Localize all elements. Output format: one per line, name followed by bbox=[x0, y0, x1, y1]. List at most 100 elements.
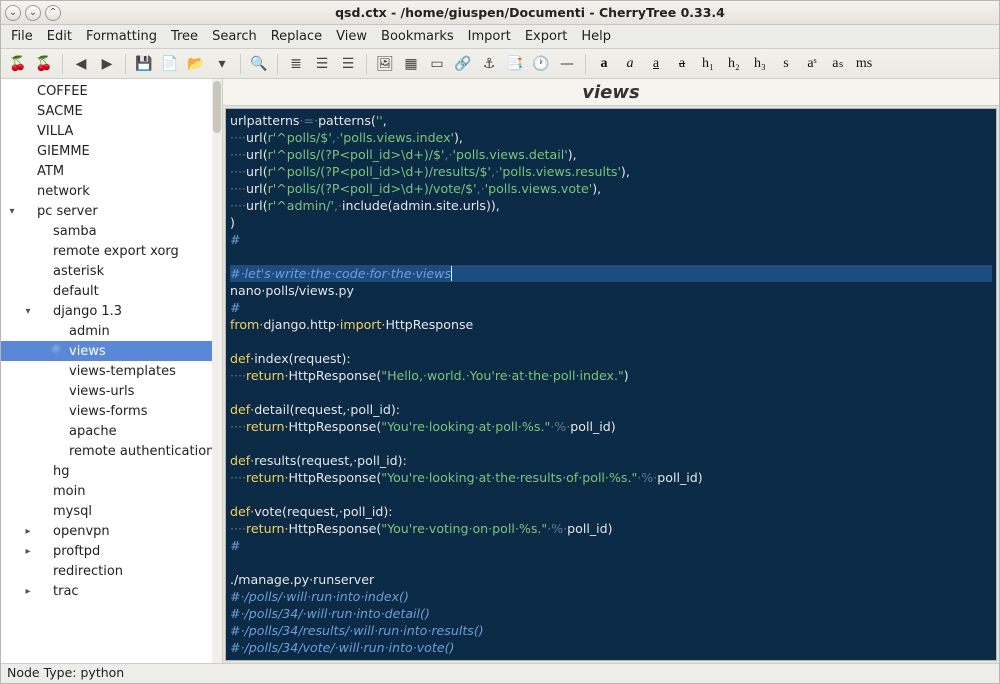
tree-node[interactable]: COFFEE bbox=[1, 81, 222, 101]
fmt-italic[interactable]: a bbox=[619, 53, 641, 75]
fmt-sub[interactable]: aₛ bbox=[827, 53, 849, 75]
toolbar-separator bbox=[125, 54, 126, 74]
tree-node[interactable]: ATM bbox=[1, 161, 222, 181]
code-line: #·let's·write·the·code·for·the·views bbox=[230, 265, 992, 282]
menu-view[interactable]: View bbox=[336, 29, 367, 44]
code-line: ····return·HttpResponse("You're·looking·… bbox=[230, 418, 992, 435]
fmt-bold[interactable]: a bbox=[593, 53, 615, 75]
nav-fwd-icon[interactable]: ▶ bbox=[96, 53, 118, 75]
menu-formatting[interactable]: Formatting bbox=[86, 29, 157, 44]
tree-node[interactable]: hg bbox=[1, 461, 222, 481]
cherry-icon bbox=[19, 124, 33, 138]
menu-bookmarks[interactable]: Bookmarks bbox=[381, 29, 454, 44]
insert-codebox-icon[interactable]: ▭ bbox=[426, 53, 448, 75]
cherry-add-icon[interactable]: 🍒 bbox=[33, 53, 55, 75]
tree-node[interactable]: SACME bbox=[1, 101, 222, 121]
sidebar-scrollbar[interactable] bbox=[212, 79, 222, 663]
cherry-icon bbox=[35, 464, 49, 478]
fmt-h1[interactable]: h₁ bbox=[697, 53, 719, 75]
tree-twisty-icon[interactable]: ▾ bbox=[21, 306, 35, 317]
tree-node[interactable]: samba bbox=[1, 221, 222, 241]
cherry-red-icon[interactable]: 🍒 bbox=[7, 53, 29, 75]
code-line: ····url(r'^polls/$',·'polls.views.index'… bbox=[230, 129, 992, 146]
tree-twisty-icon[interactable]: ▸ bbox=[21, 526, 35, 537]
cherry-icon bbox=[51, 344, 65, 358]
fmt-small[interactable]: s bbox=[775, 53, 797, 75]
tree-node[interactable]: ▸trac bbox=[1, 581, 222, 601]
fmt-underline[interactable]: a bbox=[645, 53, 667, 75]
tree-node[interactable]: default bbox=[1, 281, 222, 301]
insert-timestamp-icon[interactable]: 🕐 bbox=[530, 53, 552, 75]
list-bullet-icon[interactable]: ≣ bbox=[285, 53, 307, 75]
save-icon[interactable]: 💾 bbox=[133, 53, 155, 75]
search-icon[interactable]: 🔍 bbox=[248, 53, 270, 75]
menu-replace[interactable]: Replace bbox=[271, 29, 322, 44]
menu-help[interactable]: Help bbox=[581, 29, 611, 44]
toolbar-separator bbox=[277, 54, 278, 74]
fmt-h2[interactable]: h₂ bbox=[723, 53, 745, 75]
tree-node[interactable]: GIEMME bbox=[1, 141, 222, 161]
tree-node-label: pc server bbox=[37, 204, 98, 219]
cherry-icon bbox=[19, 104, 33, 118]
tree-node[interactable]: mysql bbox=[1, 501, 222, 521]
menu-export[interactable]: Export bbox=[525, 29, 568, 44]
code-line: ····url(r'^polls/(?P<poll_id>\d+)/vote/$… bbox=[230, 180, 992, 197]
code-line: def·vote(request,·poll_id): bbox=[230, 503, 992, 520]
list-num-icon[interactable]: ☰ bbox=[311, 53, 333, 75]
tree-node[interactable]: remote authentication bbox=[1, 441, 222, 461]
fmt-sup[interactable]: aˢ bbox=[801, 53, 823, 75]
tree-node[interactable]: asterisk bbox=[1, 261, 222, 281]
code-line bbox=[230, 333, 992, 350]
insert-image-icon[interactable]: 🖼 bbox=[374, 53, 396, 75]
tree-node[interactable]: moin bbox=[1, 481, 222, 501]
code-line: ····return·HttpResponse("Hello,·world.·Y… bbox=[230, 367, 992, 384]
code-editor[interactable]: urlpatterns·=·patterns('',····url(r'^pol… bbox=[225, 108, 997, 661]
fmt-strike[interactable]: a bbox=[671, 53, 693, 75]
recent-dropdown-icon[interactable]: ▾ bbox=[211, 53, 233, 75]
fmt-mono[interactable]: ms bbox=[853, 53, 875, 75]
tree-node[interactable]: apache bbox=[1, 421, 222, 441]
tree-node[interactable]: redirection bbox=[1, 561, 222, 581]
tree-node[interactable]: ▾django 1.3 bbox=[1, 301, 222, 321]
insert-toc-icon[interactable]: 📑 bbox=[504, 53, 526, 75]
window-title: qsd.ctx - /home/giuspen/Documenti - Cher… bbox=[65, 5, 995, 20]
tree-node[interactable]: views-templates bbox=[1, 361, 222, 381]
tree-twisty-icon[interactable]: ▾ bbox=[5, 206, 19, 217]
nav-back-icon[interactable]: ◀ bbox=[70, 53, 92, 75]
tree-twisty-icon[interactable]: ▸ bbox=[21, 546, 35, 557]
tree-node[interactable]: ▸openvpn bbox=[1, 521, 222, 541]
menu-import[interactable]: Import bbox=[468, 29, 511, 44]
tree-node-label: moin bbox=[53, 484, 85, 499]
scrollbar-thumb[interactable] bbox=[213, 81, 221, 133]
tree-sidebar[interactable]: COFFEESACMEVILLAGIEMMEATMnetwork ▾ pc serv… bbox=[1, 79, 223, 663]
insert-table-icon[interactable]: ▦ bbox=[400, 53, 422, 75]
menu-file[interactable]: File bbox=[11, 29, 33, 44]
menu-tree[interactable]: Tree bbox=[171, 29, 198, 44]
menu-search[interactable]: Search bbox=[212, 29, 257, 44]
window-max-button[interactable]: ⌄ bbox=[25, 5, 41, 21]
cherry-icon bbox=[51, 404, 65, 418]
tree-node[interactable]: remote export xorg bbox=[1, 241, 222, 261]
insert-anchor-icon[interactable]: ⚓ bbox=[478, 53, 500, 75]
open-icon[interactable]: 📂 bbox=[185, 53, 207, 75]
tree-node[interactable]: admin bbox=[1, 321, 222, 341]
tree-twisty-icon[interactable]: ▸ bbox=[21, 586, 35, 597]
cherry-icon bbox=[19, 144, 33, 158]
list-todo-icon[interactable]: ☰ bbox=[337, 53, 359, 75]
tree-node[interactable]: ▸proftpd bbox=[1, 541, 222, 561]
tree-node[interactable]: views bbox=[1, 341, 222, 361]
fmt-h3[interactable]: h₃ bbox=[749, 53, 771, 75]
tree-node[interactable]: views-urls bbox=[1, 381, 222, 401]
tree-node[interactable]: network bbox=[1, 181, 222, 201]
insert-link-icon[interactable]: 🔗 bbox=[452, 53, 474, 75]
menu-edit[interactable]: Edit bbox=[47, 29, 72, 44]
export-pdf-icon[interactable]: 📄 bbox=[159, 53, 181, 75]
tree-node[interactable]: ▾ pc server bbox=[1, 201, 222, 221]
code-line: def·index(request): bbox=[230, 350, 992, 367]
insert-hr-icon[interactable]: — bbox=[556, 53, 578, 75]
cherry-icon bbox=[19, 204, 33, 218]
tree-node[interactable]: VILLA bbox=[1, 121, 222, 141]
window-min-button[interactable]: ⌄ bbox=[5, 5, 21, 21]
tree-node[interactable]: views-forms bbox=[1, 401, 222, 421]
window-close-button[interactable]: ⌃ bbox=[45, 5, 61, 21]
